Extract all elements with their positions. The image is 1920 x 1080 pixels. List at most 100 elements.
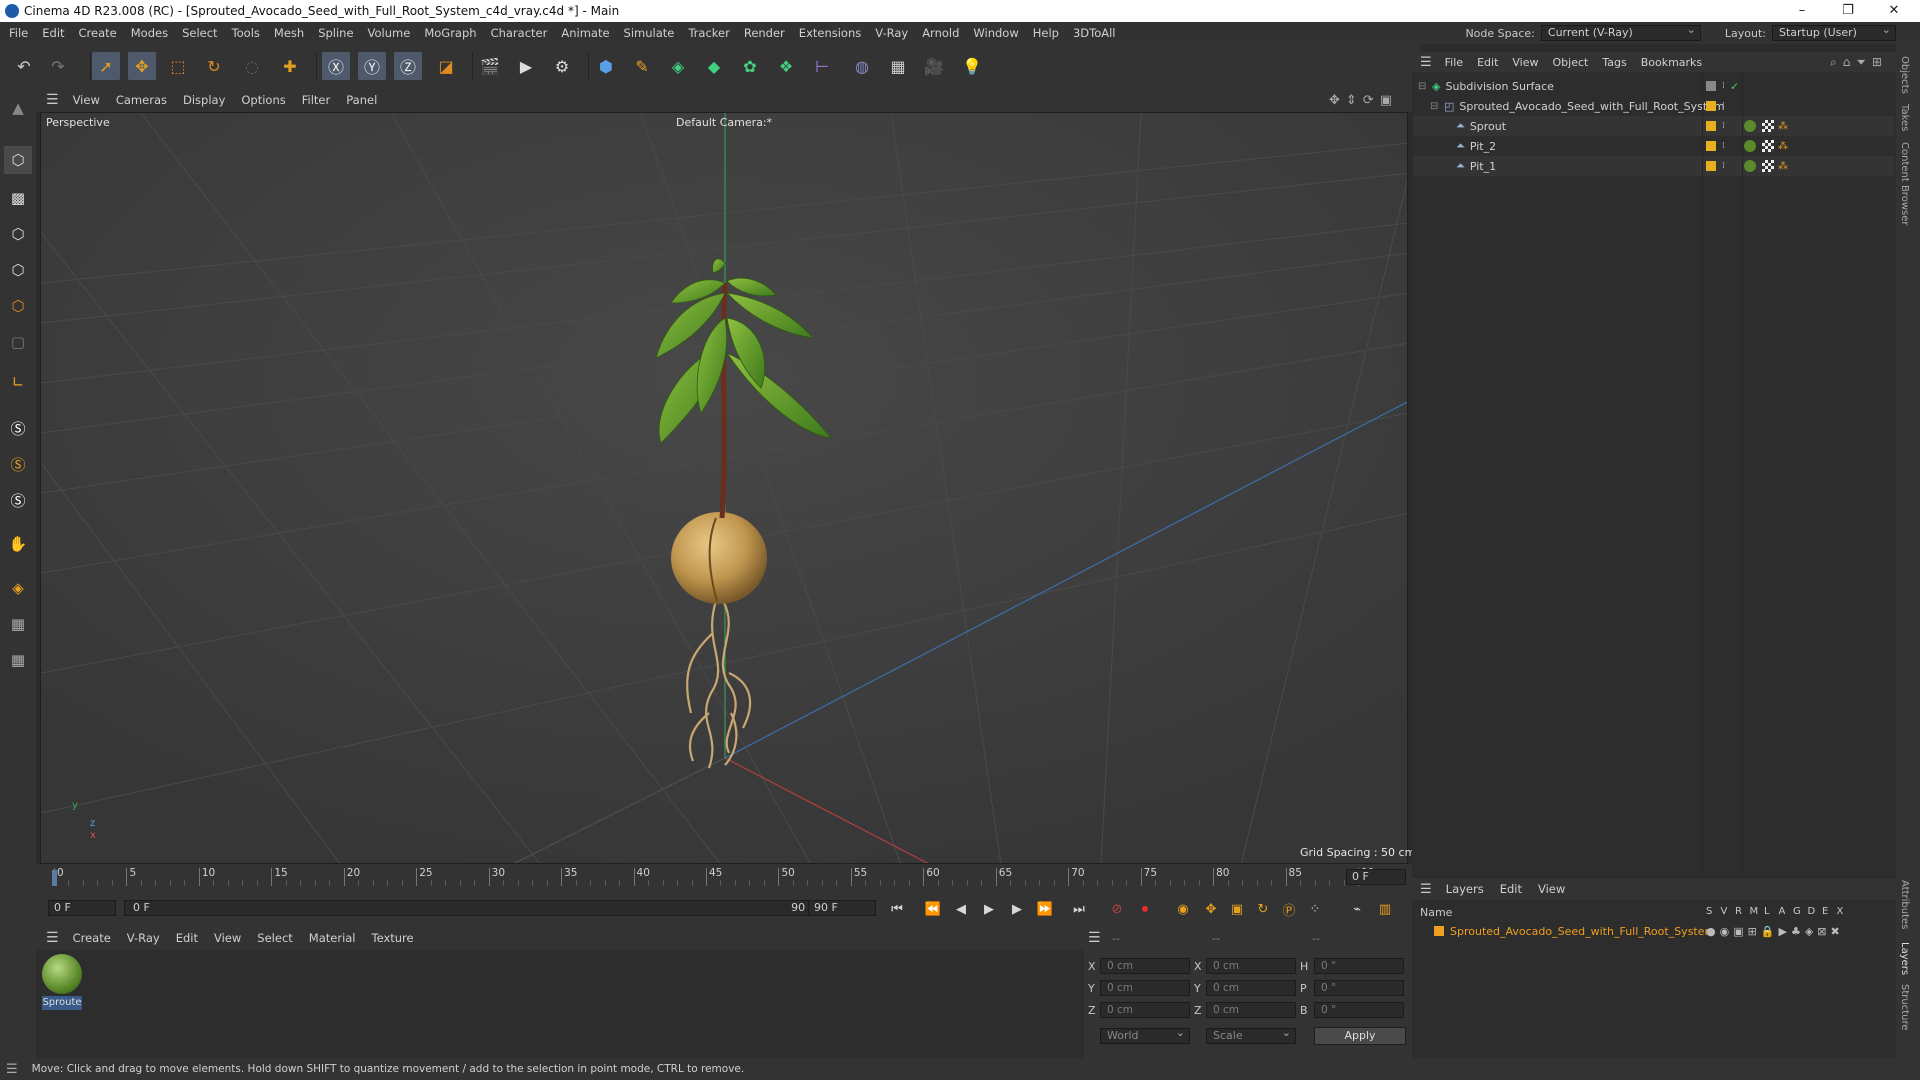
solo-mode-icon[interactable]: ▦ [4, 646, 32, 674]
material-menu-select[interactable]: Select [249, 931, 300, 945]
key-selection-icon[interactable]: ◉ [1172, 898, 1194, 920]
menu-modes[interactable]: Modes [124, 26, 175, 40]
material-swatch[interactable]: Sproute [42, 954, 82, 1012]
cube-primitive-icon[interactable]: ⬢ [592, 52, 620, 80]
undo-icon[interactable]: ↶ [10, 52, 38, 80]
menu-mesh[interactable]: Mesh [267, 26, 311, 40]
menu-extensions[interactable]: Extensions [792, 26, 868, 40]
menu-render[interactable]: Render [737, 26, 792, 40]
current-frame-field[interactable]: 0 F [1346, 869, 1406, 885]
point-mode-icon[interactable]: ⬡ [4, 220, 32, 248]
floor-icon[interactable]: ▦ [884, 52, 912, 80]
menu-file[interactable]: File [2, 26, 35, 40]
timeline-window-icon[interactable]: ▥ [1374, 898, 1396, 920]
vray-tag-icon[interactable]: ⁂ [1778, 161, 1788, 172]
play-icon[interactable]: ▶ [978, 898, 1000, 920]
start-frame-field[interactable]: 0 F [48, 900, 116, 916]
menu-mograph[interactable]: MoGraph [417, 26, 483, 40]
viewport-menu-filter[interactable]: Filter [294, 93, 338, 107]
coord-rot-b-field[interactable]: 0 ° [1314, 1002, 1404, 1018]
layer-flag-d[interactable]: D [1808, 906, 1823, 917]
coord-size-y-field[interactable]: 0 cm [1206, 980, 1296, 996]
tab-structure[interactable]: Structure [1899, 984, 1910, 1031]
subdivision-surface-icon[interactable]: ◈ [664, 52, 692, 80]
layers-hamburger-icon[interactable]: ☰ [1420, 882, 1432, 897]
object-menu-file[interactable]: File [1438, 56, 1470, 69]
object-menu-edit[interactable]: Edit [1470, 56, 1505, 69]
coord-hamburger-icon[interactable]: ☰ [1088, 930, 1101, 946]
key-rotation-icon[interactable]: ↻ [1252, 898, 1274, 920]
material-menu-view[interactable]: View [206, 931, 249, 945]
coord-space-dropdown[interactable]: World [1100, 1026, 1190, 1044]
snap-icon[interactable]: Ⓢ [4, 414, 32, 442]
uvw-tag-icon[interactable] [1762, 140, 1774, 152]
object-row-subdivision[interactable]: ⊟ ◈ Subdivision Surface ⁞ ✓ [1414, 76, 1894, 96]
visibility-dots[interactable]: ⁞ [1722, 141, 1725, 151]
z-axis-lock-icon[interactable]: Ⓩ [394, 52, 422, 80]
goto-start-icon[interactable]: ⏮ [886, 898, 908, 920]
layer-row[interactable]: Sprouted_Avocado_Seed_with_Full_Root_Sys… [1416, 922, 1892, 940]
model-mode-icon[interactable]: ⬡ [4, 146, 32, 174]
layer-swatch[interactable] [1706, 81, 1716, 91]
material-menu-v-ray[interactable]: V-Ray [119, 931, 168, 945]
uvw-tag-icon[interactable] [1762, 160, 1774, 172]
node-space-dropdown[interactable]: Current (V-Ray) [1540, 23, 1701, 41]
live-selection-icon[interactable]: ➚ [92, 52, 120, 80]
layer-flag-x[interactable]: X [1837, 906, 1852, 917]
layers-menu-layers[interactable]: Layers [1438, 882, 1492, 896]
expand-icon[interactable]: ⊟ [1418, 81, 1426, 92]
menu-v-ray[interactable]: V-Ray [868, 26, 915, 40]
menu-3dtoall[interactable]: 3DToAll [1066, 26, 1123, 40]
material-menu-edit[interactable]: Edit [168, 931, 206, 945]
layer-flag-e[interactable]: E [1822, 906, 1837, 917]
move-tool-icon[interactable]: ✥ [128, 52, 156, 80]
viewport-camera-label[interactable]: Default Camera:* [676, 116, 772, 129]
edge-mode-icon[interactable]: ⬡ [4, 256, 32, 284]
layer-flag-a[interactable]: A [1779, 906, 1794, 917]
uvw-tag-icon[interactable] [1762, 120, 1774, 132]
render-view-icon[interactable]: 🎬 [476, 52, 504, 80]
material-hamburger-icon[interactable]: ☰ [46, 930, 59, 946]
pen-spline-icon[interactable]: ✎ [628, 52, 656, 80]
layers-menu-view[interactable]: View [1530, 882, 1573, 896]
key-pla-icon[interactable]: ⁘ [1304, 898, 1326, 920]
material-tag-icon[interactable] [1744, 140, 1756, 152]
viewport-menu-panel[interactable]: Panel [338, 93, 385, 107]
prev-key-icon[interactable]: ⏪ [922, 898, 944, 920]
snap-settings-icon[interactable]: Ⓢ [4, 450, 32, 478]
object-row-pit1[interactable]: ⏶ Pit_1 ⁞ ⁂ [1414, 156, 1894, 176]
menu-character[interactable]: Character [484, 26, 555, 40]
object-menu-bookmarks[interactable]: Bookmarks [1634, 56, 1709, 69]
menu-tools[interactable]: Tools [225, 26, 267, 40]
texture-mode-icon[interactable]: ▩ [4, 184, 32, 212]
mograph-effector-icon[interactable]: ❖ [772, 52, 800, 80]
scale-tool-icon[interactable]: ⬚ [164, 52, 192, 80]
tab-takes[interactable]: Takes [1899, 104, 1910, 131]
coord-pos-x-field[interactable]: 0 cm [1100, 958, 1190, 974]
make-editable-icon[interactable]: ▲ [4, 94, 32, 122]
menu-animate[interactable]: Animate [554, 26, 616, 40]
uv-mode-icon[interactable]: ▢ [4, 328, 32, 356]
layer-color-swatch[interactable] [1434, 926, 1444, 936]
layer-swatch[interactable] [1706, 121, 1716, 131]
workplane-icon[interactable]: ◈ [4, 574, 32, 602]
layer-swatch[interactable] [1706, 141, 1716, 151]
material-tag-icon[interactable] [1744, 120, 1756, 132]
tab-objects[interactable]: Objects [1899, 56, 1910, 94]
menu-window[interactable]: Window [966, 26, 1025, 40]
vray-tag-icon[interactable]: ⁂ [1778, 121, 1788, 132]
visibility-dots[interactable]: ⁞ [1722, 121, 1725, 131]
render-settings-icon[interactable]: ⚙ [548, 52, 576, 80]
layer-flag-m[interactable]: M [1750, 906, 1765, 917]
menu-volume[interactable]: Volume [361, 26, 418, 40]
object-row-pit2[interactable]: ⏶ Pit_2 ⁞ ⁂ [1414, 136, 1894, 156]
record-icon[interactable]: ⏺ [1134, 898, 1156, 920]
enabled-check-icon[interactable]: ✓ [1730, 80, 1739, 93]
menu-select[interactable]: Select [175, 26, 224, 40]
viewport-menu-view[interactable]: View [65, 93, 108, 107]
coord-pos-z-field[interactable]: 0 cm [1100, 1002, 1190, 1018]
object-menu-view[interactable]: View [1505, 56, 1545, 69]
material-menu-create[interactable]: Create [65, 931, 119, 945]
layer-flag-g[interactable]: G [1793, 906, 1808, 917]
visibility-dots[interactable]: ⁞ [1722, 81, 1725, 91]
